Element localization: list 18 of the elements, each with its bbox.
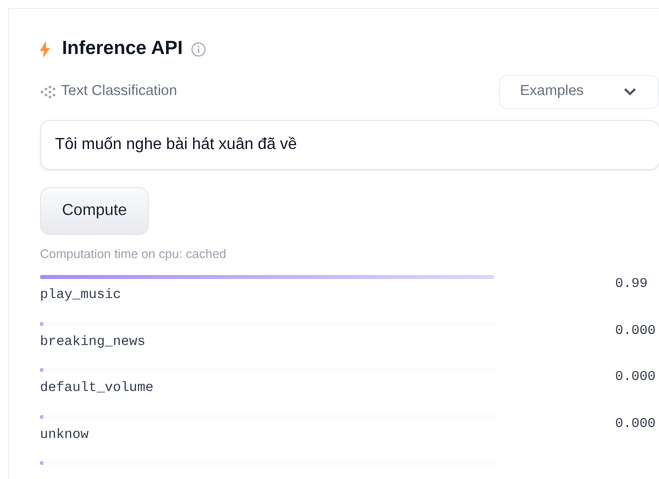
compute-button[interactable]: Compute xyxy=(40,186,149,234)
info-icon[interactable] xyxy=(190,42,206,57)
score-value: 0.000 xyxy=(615,322,657,341)
class-label: unknow xyxy=(40,426,90,445)
class-label: breaking_news xyxy=(40,334,146,352)
dots-icon xyxy=(40,84,57,98)
score-value: 0.000 xyxy=(615,369,657,388)
examples-dropdown[interactable]: Examples xyxy=(499,74,659,108)
panel-title: Inference API xyxy=(62,37,183,61)
class-label: play_music xyxy=(40,287,122,306)
task-label: Text Classification xyxy=(61,82,178,101)
lightning-icon xyxy=(40,40,50,58)
text-input[interactable]: Tôi muốn nghe bài hát xuân đã về xyxy=(40,120,659,170)
score-value: 0.99 xyxy=(615,276,649,294)
class-label: default_volume xyxy=(40,380,154,398)
computation-note: Computation time on cpu: cached xyxy=(40,246,228,263)
chevron-down-icon xyxy=(624,88,636,96)
score-value: 0.000 xyxy=(615,416,657,434)
